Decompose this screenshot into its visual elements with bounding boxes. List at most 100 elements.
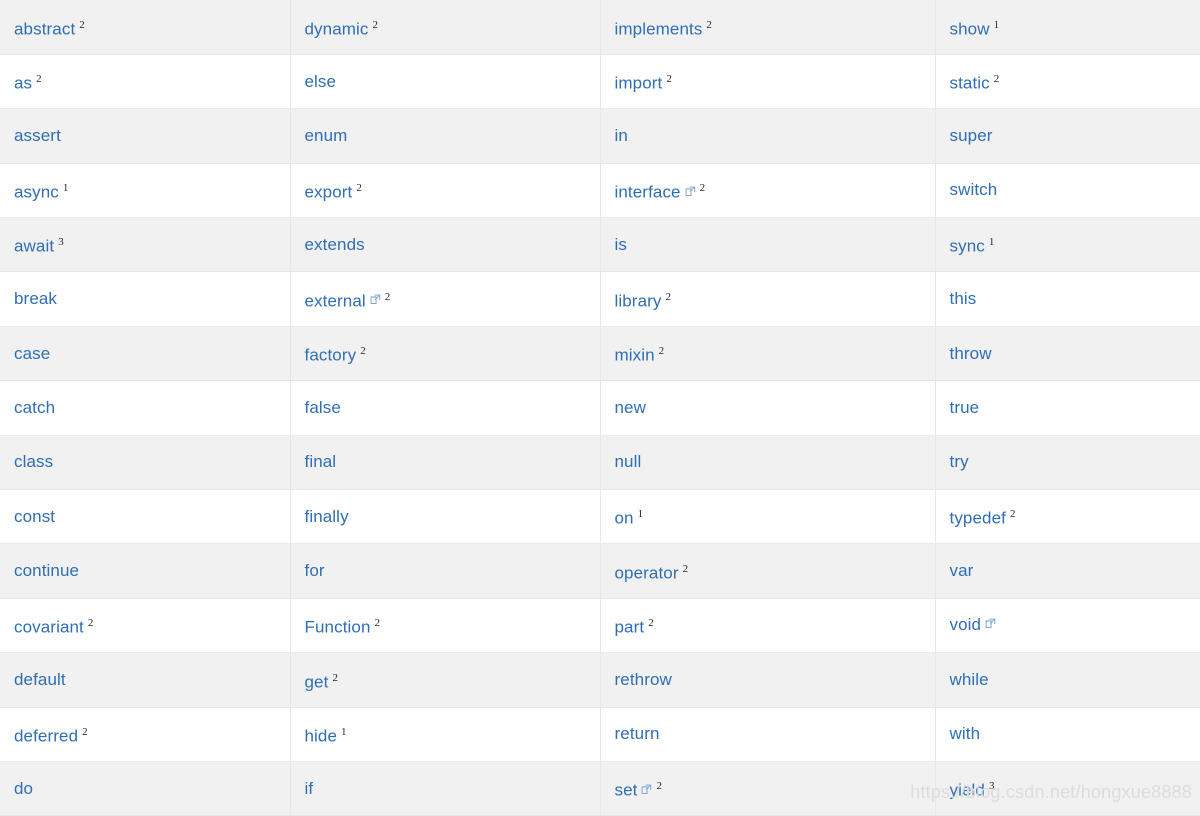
footnote-superscript: 2	[665, 290, 672, 303]
keyword-link-continue[interactable]: continue	[14, 561, 79, 580]
keyword-link-for[interactable]: for	[305, 561, 325, 580]
keyword-link-break[interactable]: break	[14, 289, 57, 308]
keyword-cell: factory 2	[290, 326, 601, 382]
keyword-cell: external 2	[290, 271, 601, 327]
keyword-link-dynamic[interactable]: dynamic	[305, 19, 369, 38]
keyword-link-abstract[interactable]: abstract	[14, 19, 75, 38]
keyword-link-show[interactable]: show	[950, 19, 990, 38]
keyword-cell: enum	[290, 108, 601, 164]
keyword-link-with[interactable]: with	[950, 724, 981, 743]
keyword-link-switch[interactable]: switch	[950, 180, 998, 199]
footnote-superscript: 3	[58, 236, 64, 249]
keyword-link-on[interactable]: on	[615, 509, 634, 528]
keyword-cell: while	[935, 652, 1200, 708]
keyword-link-implements[interactable]: implements	[615, 19, 703, 38]
keyword-link-case[interactable]: case	[14, 344, 50, 363]
keyword-link-set[interactable]: set	[615, 781, 638, 800]
keyword-cell: yield 3	[935, 761, 1200, 816]
keyword-link-default[interactable]: default	[14, 670, 66, 689]
footnote-superscript: 2	[82, 725, 88, 738]
keyword-cell: in	[600, 108, 936, 164]
keyword-link-throw[interactable]: throw	[950, 344, 992, 363]
keyword-link-finally[interactable]: finally	[305, 507, 349, 526]
keyword-cell: hide 1	[290, 707, 601, 762]
keyword-link-return[interactable]: return	[615, 724, 660, 743]
keywords-table-body: abstract 2 dynamic 2 implements 2 show 1 as 2 else…	[0, 0, 1200, 816]
keyword-cell: covariant 2	[0, 598, 291, 654]
keyword-cell: assert	[0, 108, 291, 164]
keyword-link-covariant[interactable]: covariant	[14, 618, 84, 637]
keyword-link-get[interactable]: get	[305, 672, 329, 691]
keyword-link-class[interactable]: class	[14, 452, 53, 471]
keyword-cell: continue	[0, 543, 291, 599]
keyword-link-await[interactable]: await	[14, 237, 54, 256]
keyword-link-super[interactable]: super	[950, 126, 993, 145]
external-link-icon	[370, 294, 381, 305]
keyword-link-enum[interactable]: enum	[305, 126, 348, 145]
keyword-link-while[interactable]: while	[950, 670, 989, 689]
keyword-link-this[interactable]: this	[950, 289, 977, 308]
keyword-link-catch[interactable]: catch	[14, 398, 55, 417]
keyword-link-new[interactable]: new	[615, 398, 647, 417]
footnote-superscript: 1	[637, 508, 644, 521]
keyword-link-mixin[interactable]: mixin	[615, 346, 655, 365]
keyword-cell: class	[0, 435, 291, 491]
keyword-cell: typedef 2	[935, 489, 1200, 545]
keyword-link-false[interactable]: false	[305, 398, 341, 417]
keyword-link-yield[interactable]: yield	[950, 781, 985, 800]
table-row: case factory 2 mixin 2 throw	[0, 326, 1200, 382]
keyword-link-rethrow[interactable]: rethrow	[615, 670, 672, 689]
keyword-cell: final	[290, 435, 601, 491]
keyword-cell: await 3	[0, 217, 291, 273]
keyword-cell: this	[935, 271, 1200, 327]
keyword-cell: return	[600, 707, 936, 762]
keyword-cell: get 2	[290, 652, 601, 708]
keyword-link-hide[interactable]: hide	[305, 727, 338, 746]
footnote-superscript: 2	[360, 345, 366, 358]
keyword-cell: mixin 2	[600, 326, 936, 382]
keyword-link-as[interactable]: as	[14, 74, 32, 93]
keyword-link-static[interactable]: static	[950, 74, 990, 93]
keyword-link-external[interactable]: external	[305, 291, 366, 310]
keyword-cell: import 2	[600, 54, 936, 110]
keyword-link-true[interactable]: true	[950, 398, 980, 417]
keyword-link-function[interactable]: Function	[305, 618, 371, 637]
table-row: as 2 else import 2 static 2	[0, 54, 1200, 110]
footnote-superscript: 2	[706, 18, 712, 31]
footnote-superscript: 2	[682, 562, 689, 575]
keyword-link-try[interactable]: try	[950, 452, 969, 471]
keyword-cell: set 2	[600, 761, 936, 816]
keyword-link-assert[interactable]: assert	[14, 126, 61, 145]
keyword-link-typedef[interactable]: typedef	[950, 509, 1006, 528]
keyword-link-null[interactable]: null	[615, 452, 642, 471]
table-row: assert enum in super	[0, 108, 1200, 164]
keyword-link-else[interactable]: else	[305, 72, 337, 91]
keyword-link-part[interactable]: part	[615, 618, 645, 637]
keyword-link-in[interactable]: in	[615, 126, 628, 145]
keyword-link-export[interactable]: export	[305, 183, 353, 202]
keyword-cell: super	[935, 108, 1200, 164]
footnote-superscript: 2	[356, 182, 362, 195]
keyword-cell: with	[935, 707, 1200, 762]
keyword-link-operator[interactable]: operator	[615, 563, 679, 582]
keyword-link-import[interactable]: import	[615, 74, 663, 93]
keyword-cell: do	[0, 761, 291, 816]
keyword-link-final[interactable]: final	[305, 452, 337, 471]
keyword-link-const[interactable]: const	[14, 507, 55, 526]
keyword-link-do[interactable]: do	[14, 779, 33, 798]
keyword-cell: false	[290, 380, 601, 436]
keyword-link-void[interactable]: void	[950, 615, 982, 634]
table-row: const finally on 1 typedef 2	[0, 489, 1200, 545]
keyword-link-factory[interactable]: factory	[305, 346, 357, 365]
keyword-link-if[interactable]: if	[305, 779, 314, 798]
keyword-link-var[interactable]: var	[950, 561, 974, 580]
keyword-link-library[interactable]: library	[615, 291, 662, 310]
keyword-link-is[interactable]: is	[615, 235, 627, 254]
keyword-link-async[interactable]: async	[14, 183, 59, 202]
keyword-link-interface[interactable]: interface	[615, 183, 681, 202]
keyword-cell: void	[935, 598, 1200, 654]
table-row: covariant 2 Function 2 part 2 void	[0, 598, 1200, 654]
keyword-link-sync[interactable]: sync	[950, 237, 985, 256]
keyword-link-deferred[interactable]: deferred	[14, 727, 78, 746]
keyword-link-extends[interactable]: extends	[305, 235, 365, 254]
